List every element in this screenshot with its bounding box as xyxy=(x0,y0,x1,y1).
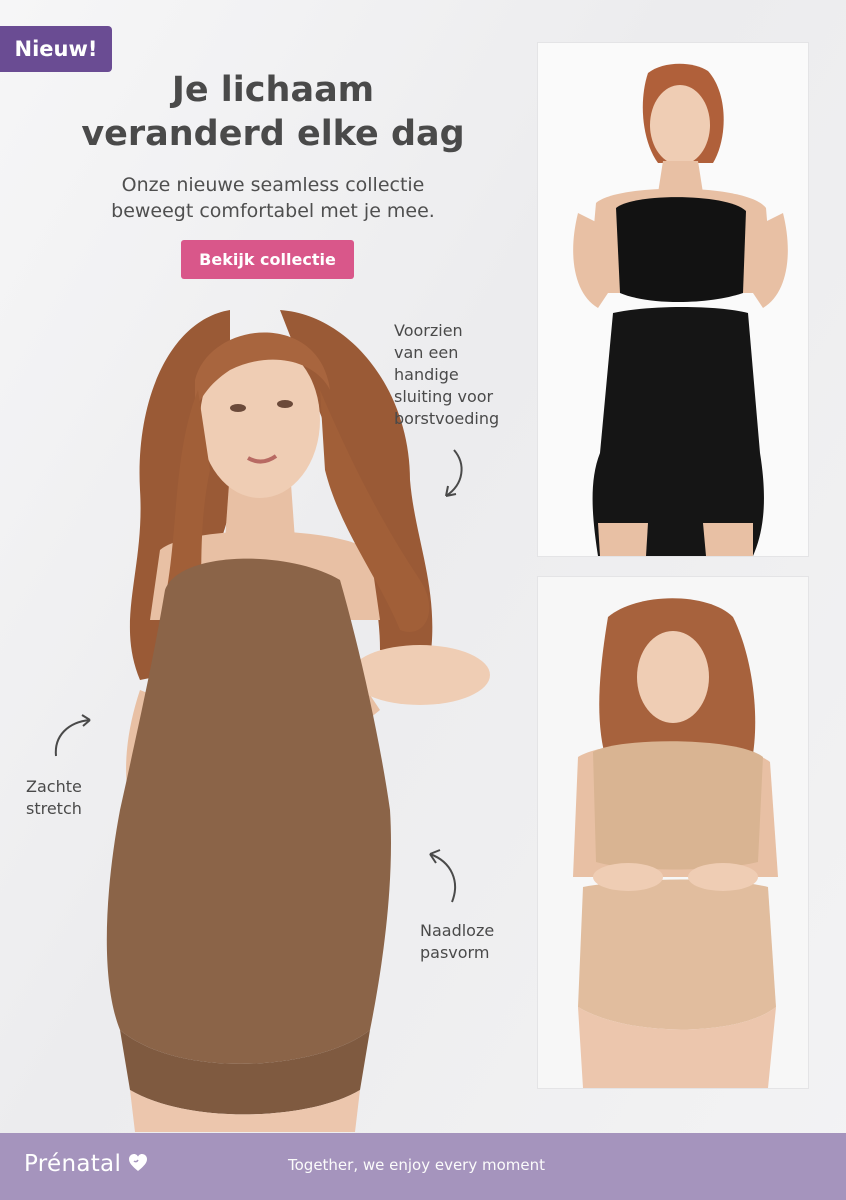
seamless-fit-note: Naadloze pasvorm xyxy=(420,921,495,962)
title-line-1: Je lichaam xyxy=(171,70,375,110)
curved-arrow-down-icon xyxy=(445,449,463,497)
nursing-closure-note: Voorzien van een handige sluiting voor b… xyxy=(394,321,500,428)
black-set-photo xyxy=(537,42,809,557)
subtitle-line-1: Onze nieuwe seamless collectie xyxy=(121,174,425,196)
nude-set-photo xyxy=(537,576,809,1089)
curved-arrow-up-right-icon xyxy=(54,714,91,757)
page-title: Je lichaam veranderd elke dag xyxy=(40,68,506,156)
view-collection-button[interactable]: Bekijk collectie xyxy=(181,240,354,279)
new-badge: Nieuw! xyxy=(0,26,112,72)
curved-arrow-up-left-icon xyxy=(429,849,456,903)
black-set-illustration xyxy=(538,43,808,556)
soft-stretch-note: Zachte stretch xyxy=(26,777,82,818)
nude-set-illustration xyxy=(538,577,808,1088)
subtitle: Onze nieuwe seamless collectie beweegt c… xyxy=(40,172,506,224)
footer-tagline: Together, we enjoy every moment xyxy=(288,1156,546,1174)
subtitle-line-2: beweegt comfortabel met je mee. xyxy=(111,200,435,222)
footer-bar: Prénatal Together, we enjoy every moment xyxy=(0,1133,846,1200)
title-line-2: veranderd elke dag xyxy=(81,114,465,154)
brand-logo-text: Prénatal xyxy=(24,1151,122,1177)
heart-icon xyxy=(129,1154,147,1171)
